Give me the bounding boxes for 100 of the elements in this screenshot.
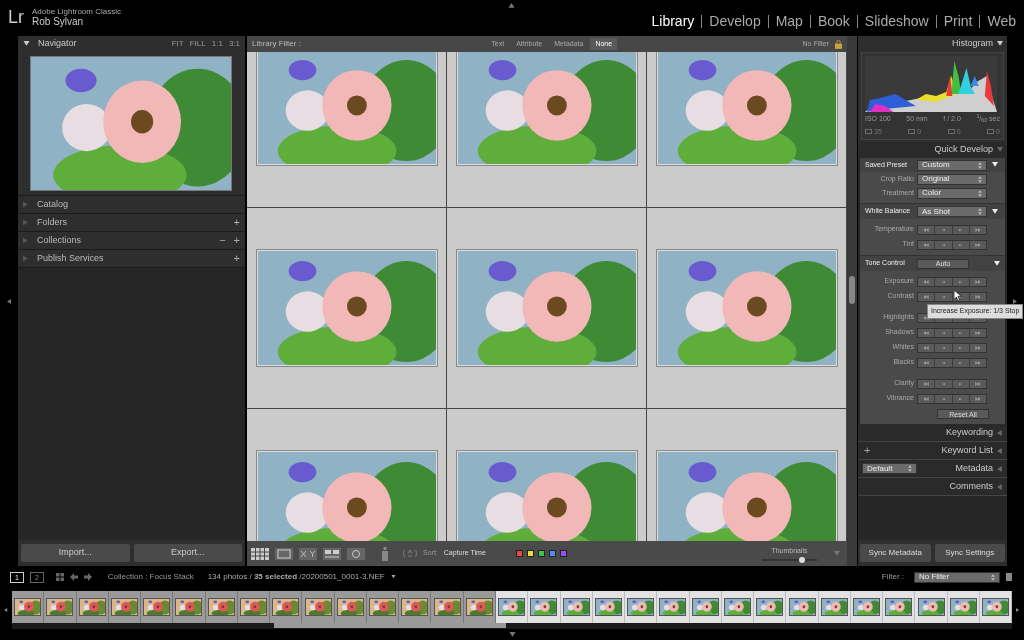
metadata-preset-dropdown[interactable]: Default (862, 463, 917, 474)
filmstrip-thumbnail[interactable] (44, 591, 77, 623)
section-triangle-icon[interactable] (992, 208, 998, 215)
adjust-stepper[interactable] (917, 224, 987, 235)
collapse-arrow-icon[interactable] (507, 632, 517, 638)
filmstrip-scrollbar[interactable] (12, 623, 1012, 629)
module-tab[interactable]: Library (651, 11, 695, 32)
filmstrip-thumbnail[interactable] (108, 591, 142, 623)
filmstrip-thumbnail[interactable] (721, 591, 755, 623)
collapse-triangle-icon[interactable] (997, 429, 1003, 436)
module-tab[interactable]: Web (987, 11, 1016, 32)
filmstrip-thumbnail[interactable] (754, 591, 787, 623)
panel-action[interactable]: + (233, 253, 240, 264)
panel-header[interactable]: Publish Services + (18, 250, 245, 268)
filmstrip-thumbnail[interactable] (786, 591, 819, 623)
panel-header[interactable]: Collections − + (18, 232, 245, 250)
module-tab[interactable]: Slideshow (864, 11, 929, 32)
scroll-arrow-icon[interactable] (4, 607, 8, 613)
grid-cell[interactable] (447, 52, 647, 208)
grid-view-icon[interactable] (251, 547, 269, 560)
adjust-stepper[interactable] (917, 378, 987, 389)
collapse-arrow-icon[interactable] (1013, 297, 1018, 305)
compare-view-icon[interactable] (299, 547, 317, 560)
adjust-stepper[interactable] (917, 342, 987, 353)
filmstrip-thumbnail[interactable] (560, 591, 593, 623)
panel-action[interactable]: + (233, 235, 240, 246)
color-label-swatch[interactable] (537, 550, 545, 557)
filmstrip-thumbnail[interactable] (431, 591, 464, 623)
color-label-swatch[interactable] (526, 550, 534, 557)
module-tab[interactable]: Book (817, 11, 850, 32)
filmstrip-thumbnail[interactable] (915, 591, 948, 623)
collapse-triangle-icon[interactable] (997, 465, 1003, 472)
selection-status[interactable]: 134 photos / 35 selected /20200501_0001-3.NEF (207, 571, 385, 583)
filmstrip-thumbnail[interactable] (496, 591, 529, 623)
dropdown-caret-icon[interactable] (390, 575, 396, 579)
filmstrip-thumbnail[interactable] (270, 591, 303, 623)
filmstrip-thumbnail[interactable] (528, 591, 561, 623)
scroll-arrow-icon[interactable] (1016, 607, 1020, 613)
scrollbar[interactable] (847, 36, 857, 566)
grid-cell[interactable] (247, 208, 447, 409)
loupe-view-icon[interactable] (275, 547, 293, 560)
section-triangle-icon[interactable] (992, 162, 998, 168)
zoom-option[interactable]: 3:1 (228, 38, 240, 50)
preset-dropdown[interactable]: Original (917, 173, 987, 185)
adjust-stepper[interactable] (917, 276, 987, 287)
filmstrip-thumbnail[interactable] (205, 591, 238, 623)
adjust-stepper[interactable] (917, 393, 987, 404)
lock-icon[interactable] (835, 39, 842, 49)
filmstrip-thumbnail[interactable] (592, 591, 626, 623)
filmstrip-thumbnail[interactable] (334, 591, 367, 623)
collapse-arrow-icon[interactable] (6, 297, 12, 305)
zoom-option[interactable]: FIT (171, 38, 184, 50)
expand-triangle-icon[interactable] (997, 41, 1003, 47)
panel-header[interactable]: + Keyword List (858, 442, 1007, 460)
grid-cell[interactable] (447, 208, 647, 409)
panel-header[interactable]: Quick Develop (858, 142, 1007, 158)
panel-header[interactable]: Default Metadata (858, 460, 1007, 478)
filmstrip-thumbnail[interactable] (141, 591, 174, 623)
panel-action[interactable]: − (219, 235, 226, 246)
section-triangle-icon[interactable] (994, 260, 1000, 267)
filter-dropdown[interactable]: No Filter (914, 571, 1000, 583)
filmstrip-thumbnail[interactable] (366, 591, 400, 623)
add-keyword-action[interactable]: + (864, 442, 871, 459)
filmstrip-thumbnail[interactable] (947, 591, 980, 623)
panel-header[interactable]: Catalog (18, 196, 245, 214)
color-label-swatch[interactable] (515, 550, 523, 557)
collapse-arrow-icon[interactable] (507, 3, 516, 9)
zoom-option[interactable]: FILL (189, 38, 206, 50)
panel-header[interactable]: Comments (858, 478, 1007, 496)
expand-triangle-icon[interactable] (23, 41, 30, 47)
zoom-option[interactable]: 1:1 (211, 38, 223, 50)
adjust-stepper[interactable] (917, 327, 987, 338)
filmstrip-thumbnail[interactable] (173, 591, 206, 623)
panel-header[interactable]: Folders + (18, 214, 245, 232)
color-label-swatch[interactable] (548, 550, 556, 557)
adjust-stepper[interactable] (917, 357, 987, 368)
slider-thumb[interactable] (798, 557, 805, 564)
filmstrip-thumbnail[interactable] (657, 591, 690, 623)
panel-button[interactable]: Export... (133, 544, 242, 562)
filmstrip-thumbnail[interactable] (463, 591, 496, 623)
preset-dropdown[interactable]: Custom (917, 159, 987, 171)
panel-button[interactable]: Import... (21, 544, 130, 562)
filmstrip-thumbnail[interactable] (399, 591, 432, 623)
filmstrip-thumbnail[interactable] (818, 591, 851, 623)
grid-cell[interactable] (647, 52, 847, 208)
filmstrip-thumbnail[interactable] (850, 591, 884, 623)
color-label-swatch[interactable] (559, 550, 567, 557)
module-tab[interactable]: Print (943, 11, 973, 32)
filmstrip-thumbnail[interactable] (12, 591, 45, 623)
filmstrip-thumbnail[interactable] (302, 591, 335, 623)
collection-source[interactable]: Collection : Focus Stack (107, 571, 194, 583)
collapse-triangle-icon[interactable] (997, 447, 1003, 454)
preset-dropdown[interactable]: Color (917, 187, 987, 199)
adjust-stepper[interactable] (917, 239, 987, 250)
grid-cell[interactable] (647, 208, 847, 409)
panel-header[interactable]: Keywording (858, 424, 1007, 442)
filmstrip-thumbnail[interactable] (76, 591, 109, 623)
collapse-triangle-icon[interactable] (997, 483, 1003, 490)
panel-header[interactable]: Histogram (858, 36, 1007, 52)
filmstrip-thumbnail[interactable] (625, 591, 658, 623)
